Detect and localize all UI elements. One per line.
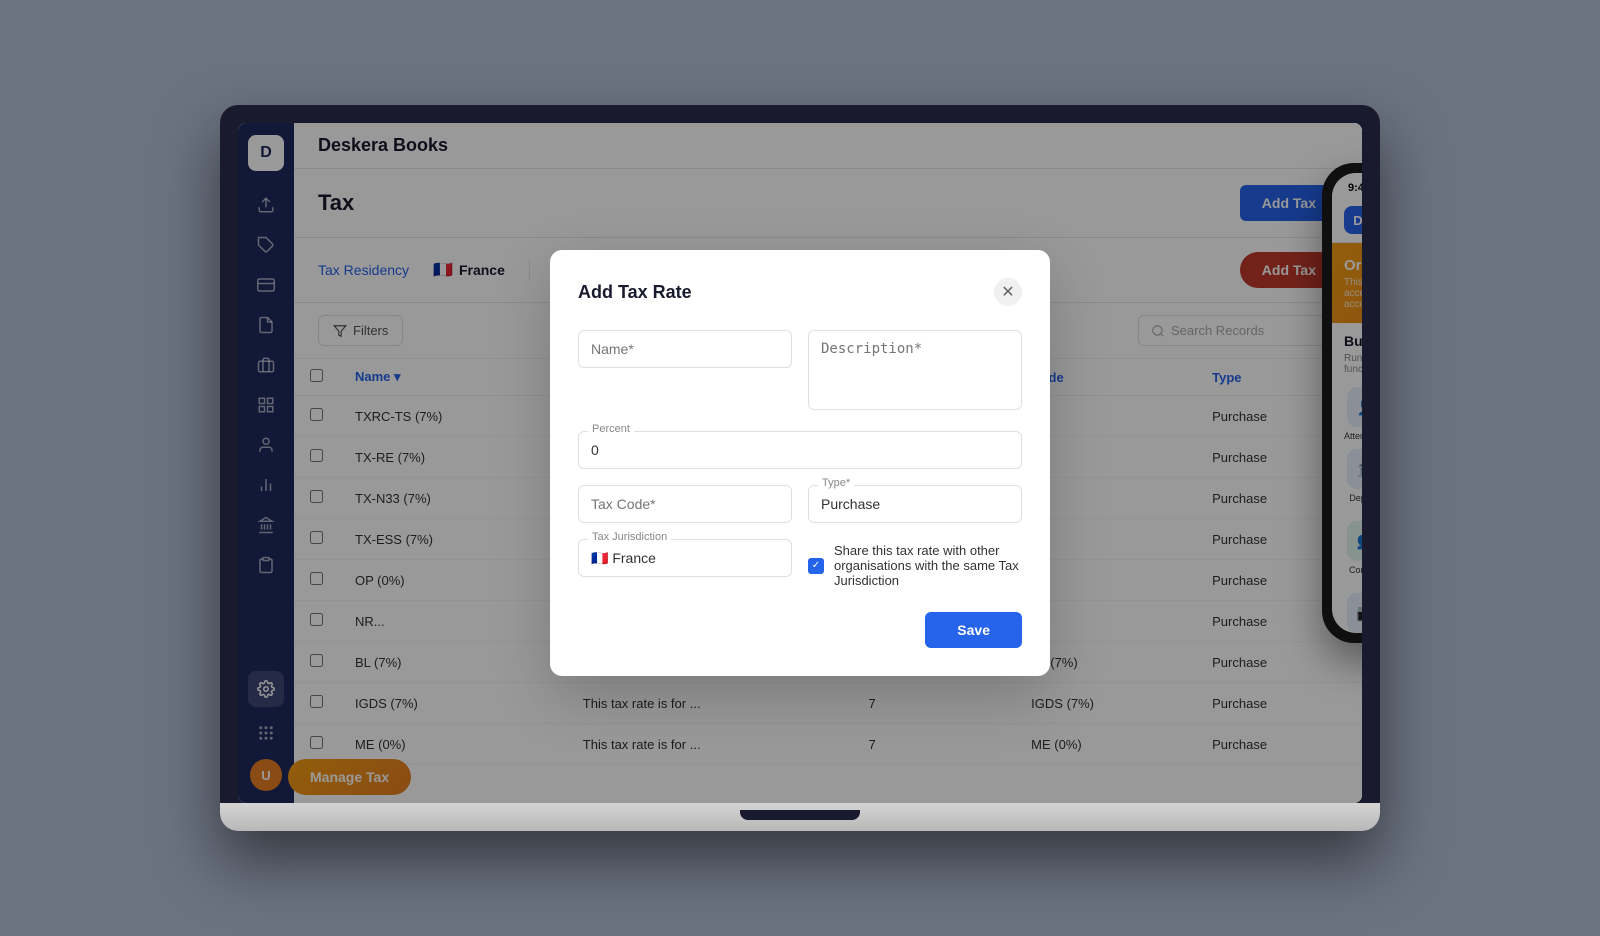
form-row-3: Type* Purchase Sales Both [578,485,1022,523]
description-field-group [808,330,1022,415]
macbook-notch [740,810,860,820]
tax-code-input[interactable] [578,485,792,523]
form-row-1 [578,330,1022,415]
form-row-2: Percent [578,431,1022,469]
modal-close-button[interactable]: ✕ [994,278,1022,306]
add-tax-rate-modal: Add Tax Rate ✕ Percent [550,250,1050,676]
macbook-base [220,803,1380,831]
jurisdiction-label: Tax Jurisdiction [588,531,671,543]
modal-header: Add Tax Rate ✕ [578,278,1022,306]
jurisdiction-field-group: Tax Jurisdiction 🇫🇷 France [578,539,792,588]
share-row: ✓ Share this tax rate with other organis… [808,543,1022,588]
modal-footer: Save [578,612,1022,648]
share-checkbox[interactable]: ✓ [808,558,824,574]
modal-title: Add Tax Rate [578,282,692,303]
type-field-group: Type* Purchase Sales Both [808,485,1022,523]
name-field-group [578,330,792,415]
percent-label: Percent [588,423,634,435]
percent-field-group: Percent [578,431,1022,469]
tax-code-field-group [578,485,792,523]
percent-input[interactable] [578,431,1022,469]
share-option-group: ✓ Share this tax rate with other organis… [808,539,1022,588]
share-label: Share this tax rate with other organisat… [834,543,1022,588]
jurisdiction-select[interactable]: 🇫🇷 France [578,539,792,577]
modal-overlay: Add Tax Rate ✕ Percent [238,123,1362,803]
name-input[interactable] [578,330,792,368]
description-input[interactable] [808,330,1022,410]
save-button[interactable]: Save [925,612,1022,648]
type-label: Type* [818,477,854,489]
form-row-4: Tax Jurisdiction 🇫🇷 France ✓ Share this … [578,539,1022,588]
type-select[interactable]: Purchase Sales Both [808,485,1022,523]
